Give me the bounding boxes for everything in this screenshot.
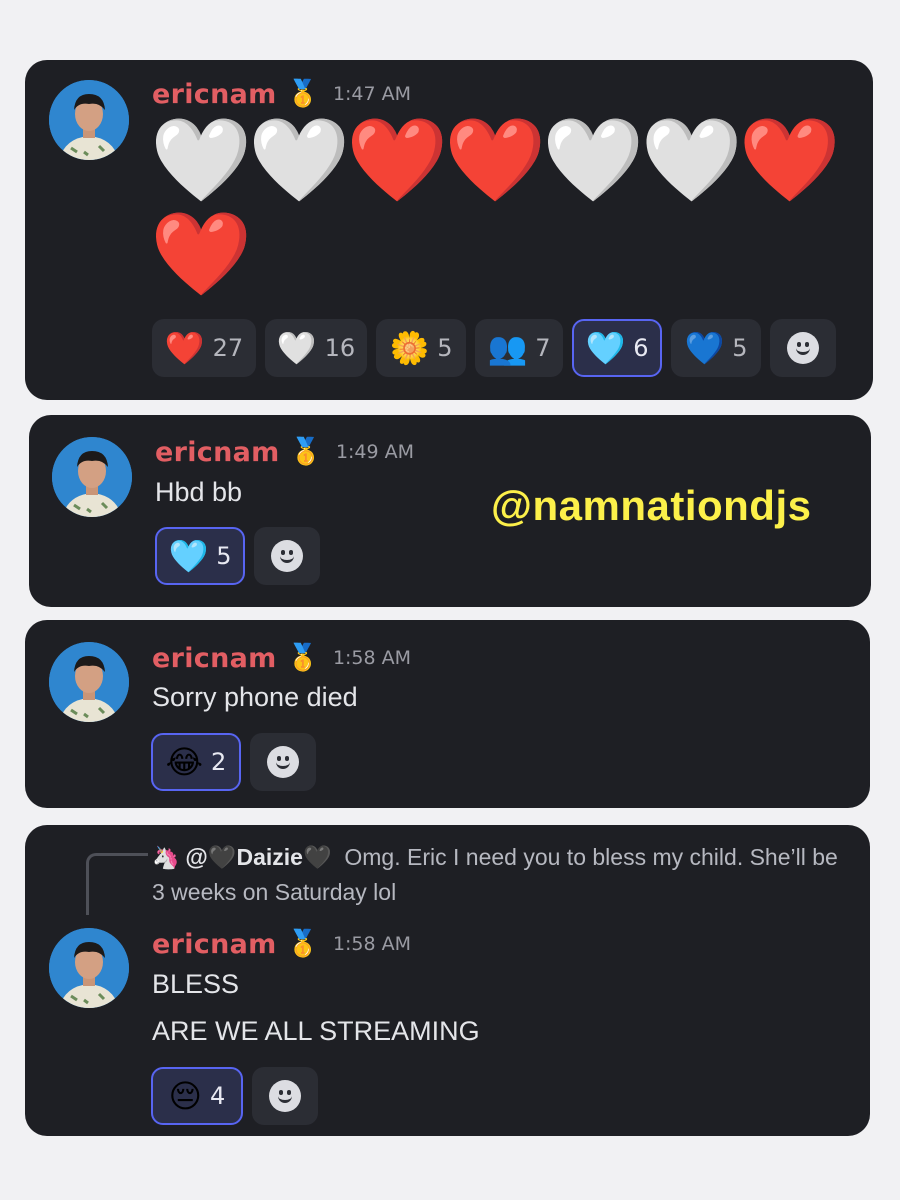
medal-icon: 🥇 <box>286 929 319 959</box>
reaction-count: 5 <box>216 542 232 570</box>
add-reaction-button[interactable] <box>252 1067 318 1125</box>
reply-preview[interactable]: 🦄 @🖤Daizie🖤 Omg. Eric I need you to bless… <box>152 840 852 910</box>
people-icon: 👥 <box>487 329 528 367</box>
message-header: ericnam 🥇 1:49 AM <box>155 434 414 470</box>
reply-username[interactable]: @🖤Daizie🖤 <box>185 844 331 870</box>
reaction-light-blue-heart[interactable]: 🩵 5 <box>155 527 245 585</box>
timestamp: 1:58 AM <box>332 647 412 669</box>
timestamp: 1:58 AM <box>332 933 412 955</box>
username[interactable]: ericnam <box>152 929 277 960</box>
white-heart-icon: 🤍 <box>276 329 317 367</box>
add-reaction-button[interactable] <box>254 527 320 585</box>
reply-connector <box>86 853 148 915</box>
watermark-text: @namnationdjs <box>491 482 812 529</box>
avatar[interactable] <box>52 437 132 517</box>
hearts-row: ❤️ <box>150 207 252 302</box>
reaction-count: 2 <box>211 748 227 776</box>
message-text: Sorry phone died <box>152 682 358 712</box>
reaction-bar: ❤️ 27 🤍 16 🌼 5 👥 7 🩵 6 💙 5 <box>152 319 836 377</box>
reaction-bar: 😂 2 <box>151 733 316 791</box>
light-blue-heart-icon: 🩵 <box>168 537 209 575</box>
reaction-blue-heart[interactable]: 💙 5 <box>671 319 761 377</box>
timestamp: 1:47 AM <box>332 83 412 105</box>
username[interactable]: ericnam <box>155 437 280 468</box>
reaction-count: 27 <box>212 334 244 362</box>
medal-icon: 🥇 <box>289 437 322 467</box>
blossom-icon: 🌼 <box>389 329 430 367</box>
message-text: BLESS <box>152 969 240 999</box>
avatar[interactable] <box>49 928 129 1008</box>
laughing-icon: 😂 <box>165 743 204 781</box>
reaction-count: 5 <box>437 334 453 362</box>
hearts-message: 🤍🤍❤️❤️🤍🤍❤️ ❤️ <box>150 113 841 302</box>
blue-heart-icon: 💙 <box>684 329 725 367</box>
reaction-bar: 😔 4 <box>151 1067 318 1125</box>
medal-icon: 🥇 <box>286 79 319 109</box>
reaction-count: 16 <box>324 334 356 362</box>
add-reaction-icon <box>787 332 819 364</box>
reaction-count: 5 <box>732 334 748 362</box>
message-header: ericnam 🥇 1:58 AM <box>152 926 411 962</box>
add-reaction-icon <box>267 746 299 778</box>
add-reaction-button[interactable] <box>250 733 316 791</box>
reaction-people[interactable]: 👥 7 <box>475 319 563 377</box>
medal-icon: 🥇 <box>286 643 319 673</box>
username[interactable]: ericnam <box>152 79 277 110</box>
reaction-count: 4 <box>210 1082 226 1110</box>
reaction-count: 7 <box>535 334 551 362</box>
reaction-blossom[interactable]: 🌼 5 <box>376 319 466 377</box>
add-reaction-button[interactable] <box>770 319 836 377</box>
reaction-red-heart[interactable]: ❤️ 27 <box>152 319 256 377</box>
add-reaction-icon <box>271 540 303 572</box>
reaction-light-blue-heart[interactable]: 🩵 6 <box>572 319 662 377</box>
avatar[interactable] <box>49 80 129 160</box>
avatar[interactable] <box>49 642 129 722</box>
reply-avatar-icon: 🦄 <box>152 845 180 870</box>
message-text: ARE WE ALL STREAMING <box>152 1016 480 1046</box>
add-reaction-icon <box>269 1080 301 1112</box>
message-header: ericnam 🥇 1:58 AM <box>152 640 411 676</box>
light-blue-heart-icon: 🩵 <box>585 329 626 367</box>
pensive-face-icon: 😔 <box>168 1077 203 1115</box>
timestamp: 1:49 AM <box>335 441 415 463</box>
reaction-pensive[interactable]: 😔 4 <box>151 1067 243 1125</box>
red-heart-icon: ❤️ <box>164 329 205 367</box>
reaction-count: 6 <box>633 334 649 362</box>
reaction-laughing[interactable]: 😂 2 <box>151 733 241 791</box>
message-header: ericnam 🥇 1:47 AM <box>152 76 411 112</box>
username[interactable]: ericnam <box>152 643 277 674</box>
reaction-bar: 🩵 5 <box>155 527 320 585</box>
message-text: Hbd bb <box>155 477 243 507</box>
hearts-row: 🤍🤍❤️❤️🤍🤍❤️ <box>150 113 841 208</box>
reaction-white-heart[interactable]: 🤍 16 <box>265 319 367 377</box>
